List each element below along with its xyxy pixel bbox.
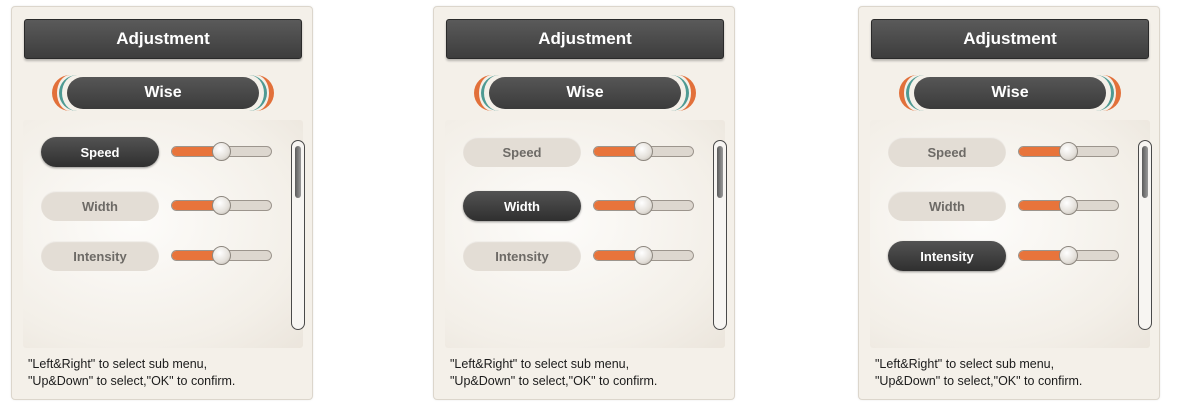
setting-row-intensity[interactable]: Intensity [463, 241, 703, 271]
speed-slider[interactable] [171, 142, 272, 161]
adjustment-screen-2: Adjustment Wise Speed Width Intensity "L… [433, 6, 735, 400]
help-text: "Left&Right" to select sub menu, "Up&Dow… [450, 356, 730, 390]
setting-row-width[interactable]: Width [463, 191, 703, 221]
setting-row-width[interactable]: Width [888, 191, 1128, 221]
help-line: "Left&Right" to select sub menu, [28, 357, 208, 371]
slider-knob[interactable] [1058, 246, 1078, 265]
speed-button[interactable]: Speed [41, 137, 159, 167]
settings-list: Speed Width Intensity [870, 120, 1152, 348]
width-button[interactable]: Width [888, 191, 1006, 221]
settings-list: Speed Width Intensity [23, 120, 305, 348]
width-slider[interactable] [171, 196, 272, 215]
setting-row-width[interactable]: Width [41, 191, 281, 221]
slider-knob[interactable] [633, 196, 653, 215]
scrollbar[interactable] [713, 140, 727, 330]
setting-row-intensity[interactable]: Intensity [41, 241, 281, 271]
slider-knob[interactable] [633, 246, 653, 265]
slider-knob[interactable] [633, 142, 653, 161]
setting-row-speed[interactable]: Speed [888, 137, 1128, 167]
scroll-thumb[interactable] [717, 146, 723, 198]
intensity-slider[interactable] [593, 246, 694, 265]
scrollbar[interactable] [1138, 140, 1152, 330]
scroll-thumb[interactable] [295, 146, 301, 198]
intensity-slider[interactable] [1018, 246, 1119, 265]
slider-knob[interactable] [211, 196, 231, 215]
mode-selector[interactable]: Wise [474, 75, 696, 111]
mode-label: Wise [914, 77, 1106, 109]
scrollbar[interactable] [291, 140, 305, 330]
setting-row-speed[interactable]: Speed [463, 137, 703, 167]
intensity-button[interactable]: Intensity [463, 241, 581, 271]
intensity-slider[interactable] [171, 246, 272, 265]
screen-title: Adjustment [871, 19, 1149, 59]
speed-slider[interactable] [593, 142, 694, 161]
slider-knob[interactable] [1058, 196, 1078, 215]
help-line: "Up&Down" to select,"OK" to confirm. [28, 374, 236, 388]
setting-row-speed[interactable]: Speed [41, 137, 281, 167]
speed-button[interactable]: Speed [463, 137, 581, 167]
help-line: "Up&Down" to select,"OK" to confirm. [450, 374, 658, 388]
intensity-button[interactable]: Intensity [41, 241, 159, 271]
speed-button[interactable]: Speed [888, 137, 1006, 167]
adjustment-screen-3: Adjustment Wise Speed Width Intensity "L… [858, 6, 1160, 400]
help-text: "Left&Right" to select sub menu, "Up&Dow… [875, 356, 1155, 390]
help-line: "Up&Down" to select,"OK" to confirm. [875, 374, 1083, 388]
slider-knob[interactable] [211, 142, 231, 161]
settings-list: Speed Width Intensity [445, 120, 727, 348]
slider-knob[interactable] [211, 246, 231, 265]
setting-row-intensity[interactable]: Intensity [888, 241, 1128, 271]
screen-title: Adjustment [24, 19, 302, 59]
screen-title: Adjustment [446, 19, 724, 59]
width-button[interactable]: Width [41, 191, 159, 221]
width-button[interactable]: Width [463, 191, 581, 221]
help-text: "Left&Right" to select sub menu, "Up&Dow… [28, 356, 308, 390]
adjustment-screen-1: Adjustment Wise Speed Width Intensity "L… [11, 6, 313, 400]
width-slider[interactable] [593, 196, 694, 215]
speed-slider[interactable] [1018, 142, 1119, 161]
width-slider[interactable] [1018, 196, 1119, 215]
mode-label: Wise [489, 77, 681, 109]
intensity-button[interactable]: Intensity [888, 241, 1006, 271]
slider-knob[interactable] [1058, 142, 1078, 161]
mode-label: Wise [67, 77, 259, 109]
help-line: "Left&Right" to select sub menu, [875, 357, 1055, 371]
scroll-thumb[interactable] [1142, 146, 1148, 198]
help-line: "Left&Right" to select sub menu, [450, 357, 630, 371]
mode-selector[interactable]: Wise [52, 75, 274, 111]
mode-selector[interactable]: Wise [899, 75, 1121, 111]
